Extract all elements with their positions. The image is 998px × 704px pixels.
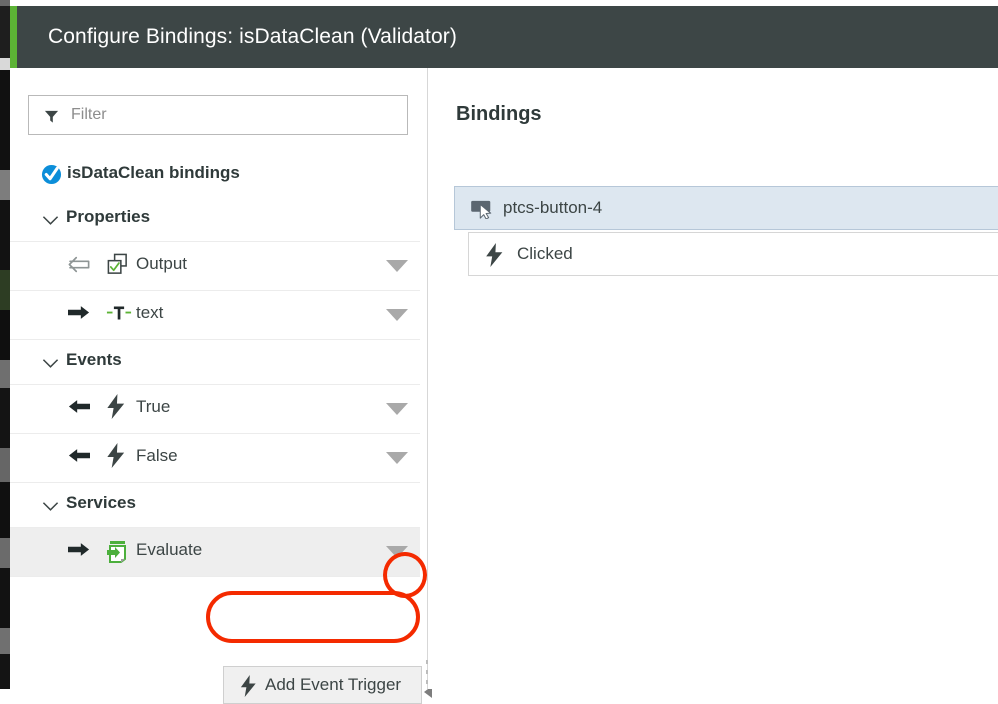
tree-item-true[interactable]: True	[10, 385, 420, 434]
tree-group-properties[interactable]: Properties	[10, 197, 420, 242]
chevron-down-icon	[42, 213, 59, 231]
tree-item-label: Output	[136, 254, 188, 273]
tree-pane: Filter isDataClean bindings Properties O…	[10, 68, 427, 704]
tree-item-label: False	[136, 446, 178, 465]
dialog-titlebar: Configure Bindings: isDataClean (Validat…	[17, 6, 998, 68]
configure-bindings-dialog: Configure Bindings: isDataClean (Validat…	[10, 6, 998, 704]
funnel-icon	[44, 109, 59, 129]
arrow-left-outline-icon	[68, 256, 90, 278]
tree-item-label: True	[136, 397, 171, 416]
tree-item-evaluate[interactable]: Evaluate	[10, 528, 420, 577]
tree-root-row[interactable]: isDataClean bindings	[10, 153, 420, 197]
caret-down-icon[interactable]	[386, 260, 408, 272]
tree-group-label: Services	[66, 493, 136, 512]
dialog-title: Configure Bindings: isDataClean (Validat…	[48, 25, 457, 48]
tree-item-false[interactable]: False	[10, 434, 420, 483]
dialog-accent-bar	[10, 6, 17, 68]
binding-source-card[interactable]: ptcs-button-4	[454, 186, 998, 230]
chevron-down-icon	[42, 499, 59, 517]
bindings-heading: Bindings	[456, 103, 542, 125]
tree-group-label: Properties	[66, 207, 151, 226]
button-cursor-icon	[471, 199, 495, 224]
binding-event-card[interactable]: Clicked	[468, 232, 998, 276]
tree-item-label: Evaluate	[136, 540, 203, 559]
service-icon	[106, 539, 130, 568]
text-type-icon	[106, 302, 132, 329]
tree-group-events[interactable]: Events	[10, 340, 420, 385]
boolean-checkbox-icon	[106, 253, 129, 281]
tree-root-label: isDataClean bindings	[67, 163, 240, 182]
tree-group-label: Events	[66, 350, 122, 369]
lightning-bolt-icon	[106, 443, 126, 473]
add-event-trigger-menu: Add Event Trigger	[223, 666, 422, 704]
menu-item-add-event-trigger[interactable]: Add Event Trigger	[265, 675, 401, 695]
caret-down-icon[interactable]	[386, 452, 408, 464]
tree-item-output[interactable]: Output	[10, 242, 420, 291]
arrow-left-solid-icon	[68, 448, 90, 468]
arrow-left-solid-icon	[68, 399, 90, 419]
bindings-tree: isDataClean bindings Properties Output t…	[10, 153, 420, 577]
caret-down-icon[interactable]	[386, 309, 408, 321]
tree-item-label: text	[136, 303, 164, 322]
tree-item-text[interactable]: text	[10, 291, 420, 340]
binding-source-label: ptcs-button-4	[503, 198, 603, 217]
filter-input[interactable]: Filter	[28, 95, 408, 135]
bindings-pane: Bindings ptcs-button-4 Clicked	[428, 68, 998, 689]
tree-group-services[interactable]: Services	[10, 483, 420, 528]
arrow-right-solid-icon	[68, 542, 90, 562]
filter-placeholder: Filter	[71, 106, 107, 123]
caret-down-icon[interactable]	[386, 403, 408, 415]
lightning-bolt-icon	[485, 243, 504, 272]
lightning-bolt-icon	[106, 394, 126, 424]
chevron-down-icon	[42, 356, 59, 374]
arrow-right-solid-icon	[68, 305, 90, 325]
dialog-body: Filter isDataClean bindings Properties O…	[10, 68, 998, 704]
blue-check-circle-icon	[41, 164, 62, 190]
caret-down-icon[interactable]	[386, 546, 408, 558]
binding-event-label: Clicked	[517, 244, 573, 263]
background-app-strip	[0, 0, 10, 689]
